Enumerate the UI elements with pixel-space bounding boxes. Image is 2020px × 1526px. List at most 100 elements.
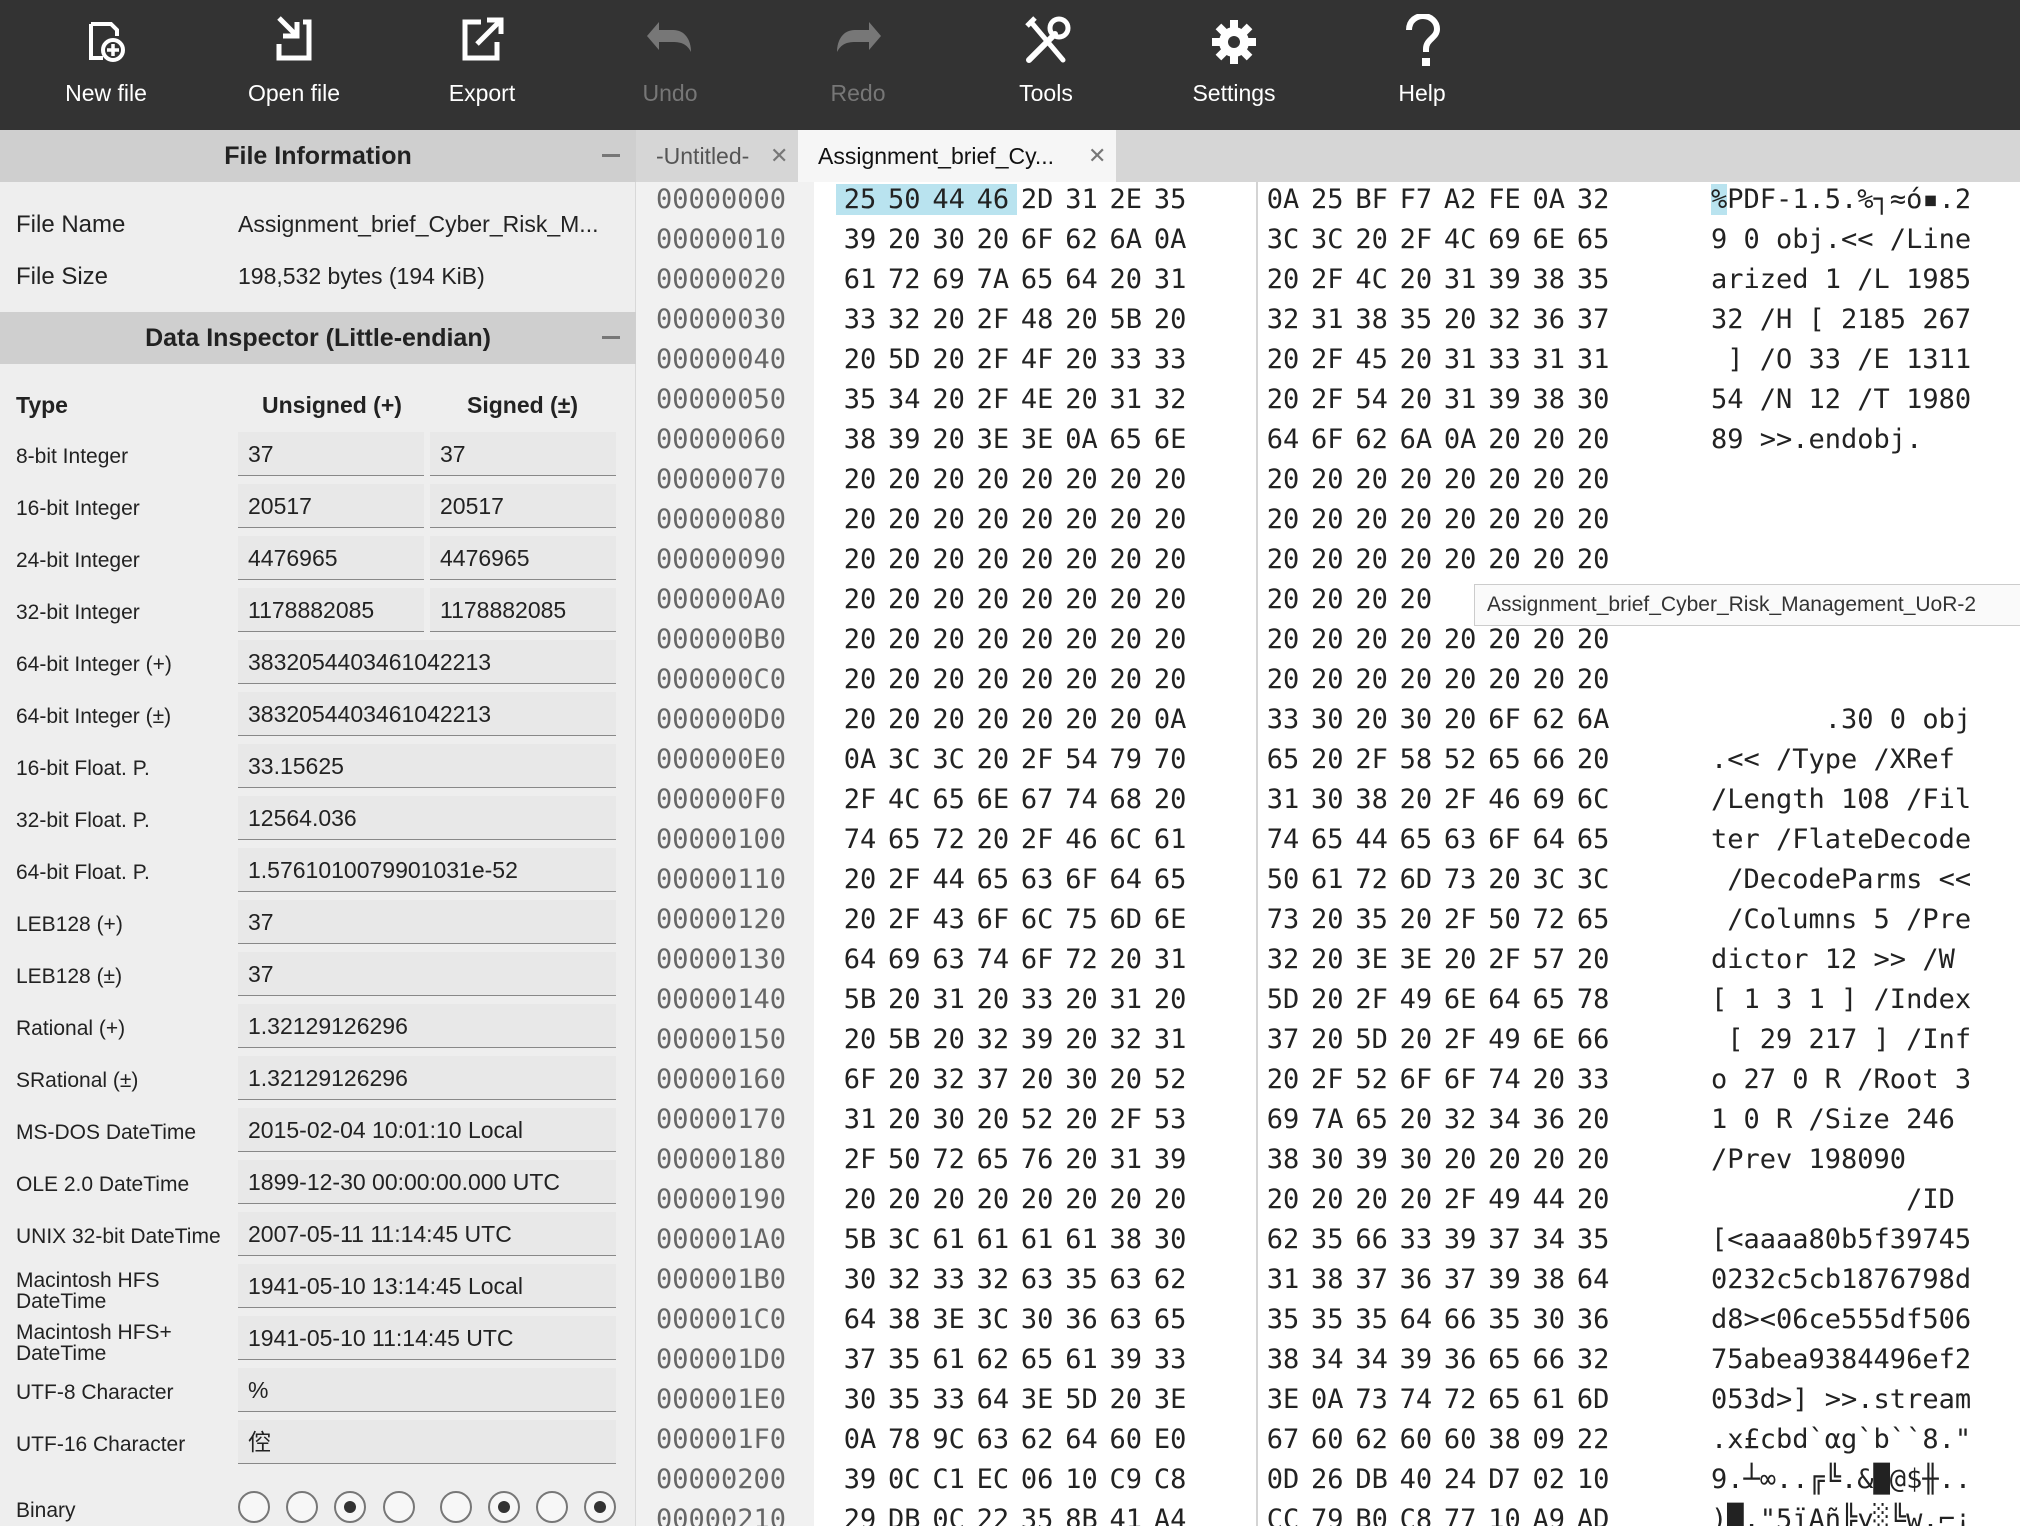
hex-byte[interactable]: 20 [1259,544,1307,575]
hex-byte[interactable]: 20 [925,624,973,655]
ascii-text[interactable]: %PDF-1.5.%┐≈ó▪.2 [1711,184,1971,215]
collapse-icon[interactable] [602,154,620,157]
hex-byte[interactable]: 20 [1481,864,1529,895]
hex-byte[interactable]: 34 [1303,1344,1351,1375]
hex-byte[interactable]: 46 [1058,824,1106,855]
hex-byte[interactable]: 20 [969,704,1017,735]
hex-byte[interactable]: 33 [1146,344,1194,375]
hex-byte[interactable]: 38 [1102,1224,1150,1255]
hex-byte[interactable]: 0A [1436,424,1484,455]
hex-byte[interactable]: 74 [1481,1064,1529,1095]
ascii-text[interactable]: arized 1 /L 1985 [1711,264,1971,295]
hex-byte[interactable]: 61 [1013,1224,1061,1255]
hex-byte[interactable]: 6F [1303,424,1351,455]
hex-byte[interactable]: 31 [1436,344,1484,375]
hex-byte[interactable]: 6D [1102,904,1150,935]
hex-byte[interactable]: 37 [1436,1264,1484,1295]
hex-byte[interactable]: DB [1348,1464,1396,1495]
ascii-text[interactable]: .x£cbd`αg`b``8." [1711,1424,1971,1455]
hex-byte[interactable]: 20 [836,664,884,695]
hex-byte[interactable]: 20 [1058,504,1106,535]
inspector-value-field[interactable]: 3832054403461042213 [238,692,616,736]
ascii-text[interactable]: )█."5ïAñ╠y░╚w.⌐¡ [1711,1504,1971,1526]
hex-byte[interactable]: 30 [1569,384,1617,415]
hex-byte[interactable]: 31 [1146,944,1194,975]
hex-byte[interactable]: 20 [969,224,1017,255]
hex-byte[interactable]: 0A [1146,704,1194,735]
hex-byte[interactable]: 20 [880,464,928,495]
hex-byte[interactable]: 0A [1525,184,1573,215]
hex-byte[interactable]: 3C [880,744,928,775]
hex-byte[interactable]: 39 [1481,384,1529,415]
hex-byte[interactable]: 20 [1303,904,1351,935]
hex-byte[interactable]: 20 [880,1064,928,1095]
hex-byte[interactable]: 20 [836,624,884,655]
hex-byte[interactable]: 67 [1013,784,1061,815]
hex-byte[interactable]: 20 [1392,464,1440,495]
hex-byte[interactable]: 78 [1569,984,1617,1015]
hex-byte[interactable]: 29 [836,1504,884,1526]
hex-byte[interactable]: 63 [969,1424,1017,1455]
hex-byte[interactable]: 22 [1569,1424,1617,1455]
hex-byte[interactable]: 20 [1303,584,1351,615]
hex-byte[interactable]: 30 [1013,1304,1061,1335]
hex-byte[interactable]: 65 [1303,824,1351,855]
hex-byte[interactable]: 20 [1569,744,1617,775]
ascii-text[interactable]: 1 0 R /Size 246 [1711,1104,1971,1135]
hex-byte[interactable]: 20 [1303,1184,1351,1215]
hex-byte[interactable]: 50 [880,1144,928,1175]
hex-byte[interactable]: 36 [1392,1264,1440,1295]
hex-byte[interactable]: 20 [1348,544,1396,575]
hex-byte[interactable]: 61 [1058,1224,1106,1255]
hex-byte[interactable]: 20 [1013,664,1061,695]
hex-byte[interactable]: 30 [1392,704,1440,735]
hex-byte[interactable]: 43 [925,904,973,935]
inspector-value-field[interactable]: 3832054403461042213 [238,640,616,684]
binary-bit-radio[interactable] [238,1491,270,1523]
hex-byte[interactable]: 20 [1392,344,1440,375]
hex-byte[interactable]: 60 [1102,1424,1150,1455]
inspector-value-field[interactable]: 1.32129126296 [238,1056,616,1100]
hex-byte[interactable]: 74 [969,944,1017,975]
hex-byte[interactable]: 65 [1348,1104,1396,1135]
hex-byte[interactable]: 20 [1102,664,1150,695]
hex-byte[interactable]: 74 [1392,1384,1440,1415]
hex-byte[interactable]: 33 [1569,1064,1617,1095]
hex-byte[interactable]: 20 [1013,504,1061,535]
hex-byte[interactable]: 35 [1303,1224,1351,1255]
hex-byte[interactable]: 20 [1146,504,1194,535]
hex-byte[interactable]: 68 [1102,784,1150,815]
hex-byte[interactable]: 22 [969,1504,1017,1526]
hex-byte[interactable]: 65 [1392,824,1440,855]
hex-byte[interactable]: 20 [1013,464,1061,495]
hex-byte[interactable]: 20 [1058,704,1106,735]
hex-byte[interactable]: 63 [1013,864,1061,895]
hex-byte[interactable]: 72 [1348,864,1396,895]
hex-byte[interactable]: 32 [880,1264,928,1295]
hex-byte[interactable]: 2F [1392,224,1440,255]
hex-byte[interactable]: 31 [1058,184,1106,215]
ascii-text[interactable]: o 27 0 R /Root 3 [1711,1064,1971,1095]
hex-byte[interactable]: 73 [1436,864,1484,895]
hex-byte[interactable]: 20 [1436,624,1484,655]
hex-byte[interactable]: 61 [1146,824,1194,855]
hex-byte[interactable]: 20 [925,344,973,375]
hex-byte[interactable]: EC [969,1464,1017,1495]
hex-byte[interactable]: 69 [1525,784,1573,815]
hex-byte[interactable]: 41 [1102,1504,1150,1526]
hex-byte[interactable]: 20 [925,424,973,455]
hex-byte[interactable]: B0 [1348,1504,1396,1526]
hex-byte[interactable]: 67 [1259,1424,1307,1455]
hex-byte[interactable]: 20 [1013,544,1061,575]
hex-byte[interactable]: 58 [1392,744,1440,775]
hex-byte[interactable]: 63 [1102,1304,1150,1335]
hex-byte[interactable]: 4C [1436,224,1484,255]
new-file-button[interactable]: New file [12,0,200,130]
binary-bit-radio[interactable] [584,1491,616,1523]
hex-byte[interactable]: 2F [1436,1184,1484,1215]
close-tab-icon[interactable]: ✕ [1088,130,1106,182]
hex-byte[interactable]: 20 [1058,464,1106,495]
hex-byte[interactable]: 35 [1569,264,1617,295]
hex-byte[interactable]: 32 [925,1064,973,1095]
hex-byte[interactable]: 6E [1146,904,1194,935]
